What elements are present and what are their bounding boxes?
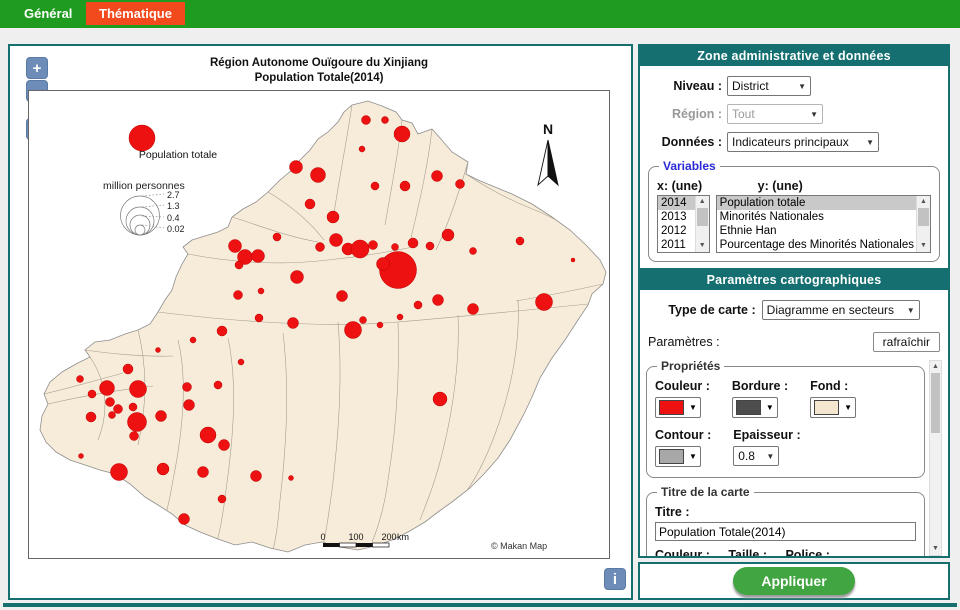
chevron-down-icon: ▼	[766, 452, 774, 461]
scroll-down-icon[interactable]: ▼	[917, 240, 930, 252]
variables-legend: Variables	[659, 159, 720, 173]
legend-size-2: 1.3	[167, 201, 180, 211]
epaisseur-label: Epaisseur :	[733, 428, 800, 442]
map-title-line1: Région Autonome Ouïgoure du Xinjiang	[28, 56, 610, 71]
carto-params-section: Paramètres cartographiques Type de carte…	[638, 268, 950, 558]
bordure-label: Bordure :	[732, 379, 788, 393]
admin-data-section: Zone administrative et données Niveau : …	[638, 44, 950, 274]
fond-label: Fond :	[810, 379, 856, 393]
donnees-select[interactable]: Indicateurs principaux ▼	[727, 132, 879, 152]
scroll-down-icon[interactable]: ▼	[930, 543, 941, 555]
top-navigation-bar: Général Thématique	[0, 0, 960, 28]
y-variable-listbox[interactable]: Population totale Minorités Nationales E…	[716, 195, 931, 253]
map-title: Région Autonome Ouïgoure du Xinjiang Pop…	[28, 56, 610, 86]
niveau-row: Niveau : District ▼	[648, 76, 940, 96]
titre-label: Titre :	[655, 505, 916, 519]
map-type-select[interactable]: Diagramme en secteurs ▼	[762, 300, 920, 320]
map-panel: + − E i Région Autonome Ouïgoure du Xinj…	[8, 44, 633, 600]
chevron-down-icon: ▼	[844, 403, 852, 412]
apply-section: Appliquer	[638, 562, 950, 600]
scroll-up-icon[interactable]: ▲	[930, 361, 941, 373]
variables-fieldset: Variables x: (une) 2014 2013 2012 2011 ▲…	[648, 166, 940, 262]
scale-tick-100: 100	[348, 532, 363, 542]
apply-button[interactable]: Appliquer	[733, 567, 854, 595]
params-label: Paramètres :	[648, 335, 720, 349]
legend-size-4: 0.02	[167, 224, 185, 234]
chevron-down-icon: ▼	[766, 403, 774, 412]
scale-unit: km	[397, 532, 409, 542]
params-scroll-area: Propriétés Couleur : ▼ Bordure : ▼	[646, 360, 942, 556]
chevron-down-icon: ▼	[810, 110, 818, 119]
y-option-ethnie-han[interactable]: Ethnie Han	[717, 224, 917, 238]
bottom-border-line	[3, 603, 957, 607]
titre-taille-label: Taille :	[728, 548, 767, 556]
chevron-down-icon: ▼	[907, 306, 915, 315]
xinjiang-bubble-map[interactable]: Population totale million personnes 2.7 …	[28, 90, 610, 559]
chevron-down-icon: ▼	[689, 403, 697, 412]
legend-size-1: 2.7	[167, 190, 180, 200]
donnees-label: Données :	[648, 135, 722, 149]
proprietes-fieldset: Propriétés Couleur : ▼ Bordure : ▼	[646, 366, 925, 478]
carto-section-header: Paramètres cartographiques	[640, 270, 948, 290]
titre-legend: Titre de la carte	[657, 485, 754, 499]
map-type-row: Type de carte : Diagramme en secteurs ▼	[648, 300, 940, 320]
params-row: Paramètres : rafraîchir	[648, 332, 940, 352]
chevron-down-icon: ▼	[689, 452, 697, 461]
region-select[interactable]: Tout ▼	[727, 104, 823, 124]
x-option-2011[interactable]: 2011	[658, 238, 696, 252]
x-option-2012[interactable]: 2012	[658, 224, 696, 238]
x-variable-listbox[interactable]: 2014 2013 2012 2011 ▲ ▼	[657, 195, 710, 253]
scale-tick-0: 0	[320, 532, 325, 542]
contour-swatch-select[interactable]: ▼	[655, 446, 701, 467]
x-listbox-scrollbar[interactable]: ▲ ▼	[695, 196, 709, 252]
couleur-swatch-select[interactable]: ▼	[655, 397, 701, 418]
tab-thematique[interactable]: Thématique	[86, 2, 185, 25]
titre-police-label: Police :	[785, 548, 829, 556]
color-swatch	[659, 400, 684, 415]
couleur-label: Couleur :	[655, 379, 710, 393]
y-option-minorites-nationales[interactable]: Minorités Nationales	[717, 210, 917, 224]
tab-general[interactable]: Général	[24, 6, 72, 21]
params-vertical-scrollbar[interactable]: ▲ ▼	[929, 360, 942, 556]
chevron-down-icon: ▼	[798, 82, 806, 91]
region-label: Région :	[648, 107, 722, 121]
titre-couleur-label: Couleur :	[655, 548, 710, 556]
map-attribution: © Makan Map	[491, 541, 547, 551]
map-type-label: Type de carte :	[668, 303, 755, 317]
proprietes-legend: Propriétés	[657, 360, 724, 373]
titre-fieldset: Titre de la carte Titre : Couleur : Tail…	[646, 492, 925, 556]
legend-size-3: 0.4	[167, 213, 180, 223]
color-swatch	[814, 400, 839, 415]
info-button[interactable]: i	[604, 568, 626, 590]
y-option-pourcentage-minorites[interactable]: Pourcentage des Minorités Nationales	[717, 238, 917, 252]
y-listbox-scrollbar[interactable]: ▲ ▼	[916, 196, 930, 252]
scale-tick-200: 200	[381, 532, 396, 542]
scroll-down-icon[interactable]: ▼	[696, 240, 709, 252]
refresh-button[interactable]: rafraîchir	[873, 332, 940, 352]
scroll-up-icon[interactable]: ▲	[696, 196, 709, 208]
legend-symbol-label: Population totale	[139, 149, 217, 161]
admin-section-header: Zone administrative et données	[640, 46, 948, 66]
scroll-up-icon[interactable]: ▲	[917, 196, 930, 208]
bordure-swatch-select[interactable]: ▼	[732, 397, 778, 418]
legend-symbol-circle	[129, 125, 155, 151]
x-option-2013[interactable]: 2013	[658, 210, 696, 224]
color-swatch	[736, 400, 761, 415]
y-option-population-totale[interactable]: Population totale	[717, 196, 917, 210]
north-arrow-label: N	[543, 121, 553, 137]
x-option-2014[interactable]: 2014	[658, 196, 696, 210]
chevron-down-icon: ▼	[866, 138, 874, 147]
fond-swatch-select[interactable]: ▼	[810, 397, 856, 418]
contour-label: Contour :	[655, 428, 711, 442]
epaisseur-select[interactable]: 0.8 ▼	[733, 446, 779, 466]
niveau-select[interactable]: District ▼	[727, 76, 811, 96]
niveau-label: Niveau :	[648, 79, 722, 93]
titre-input[interactable]	[655, 522, 916, 541]
y-variable-label: y: (une)	[716, 179, 931, 193]
region-row: Région : Tout ▼	[648, 104, 940, 124]
map-title-line2: Population Totale(2014)	[28, 71, 610, 86]
donnees-row: Données : Indicateurs principaux ▼	[648, 132, 940, 152]
x-variable-label: x: (une)	[657, 179, 710, 193]
color-swatch	[659, 449, 684, 464]
